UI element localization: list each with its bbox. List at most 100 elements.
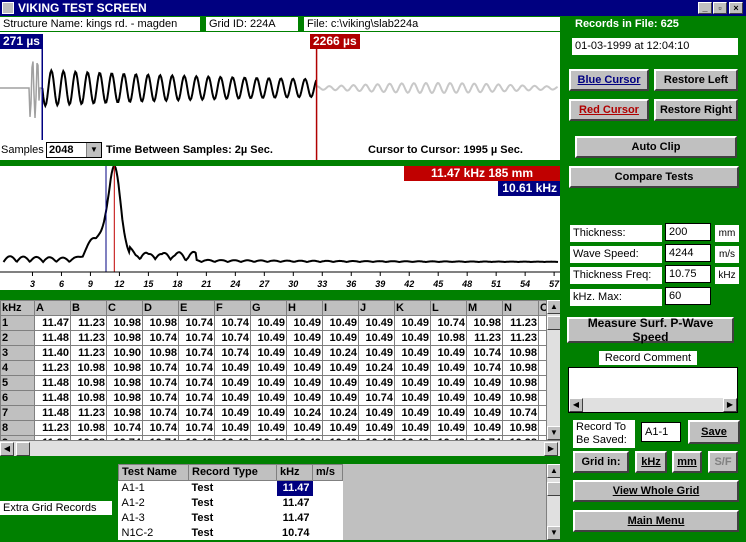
grid-cell[interactable]: 10.49 xyxy=(214,375,251,391)
records-cell[interactable]: 11.47 xyxy=(277,496,313,511)
grid-in-label-button[interactable]: Grid in: xyxy=(573,451,629,473)
scroll-thumb[interactable] xyxy=(547,316,560,330)
grid-cell[interactable]: 10.98 xyxy=(502,390,539,406)
grid-cell[interactable]: 10.49 xyxy=(430,420,467,436)
grid-cell[interactable]: 10.49 xyxy=(466,420,503,436)
grid-cell[interactable]: 10.49 xyxy=(358,420,395,436)
grid-row-header[interactable]: 1 xyxy=(0,315,35,331)
grid-cell[interactable]: 10.49 xyxy=(250,315,287,331)
compare-tests-button[interactable]: Compare Tests xyxy=(569,166,739,188)
restore-left-button[interactable]: Restore Left xyxy=(654,69,738,91)
grid-cell[interactable]: 10.24 xyxy=(358,360,395,376)
grid-cell[interactable]: 10.90 xyxy=(106,345,143,361)
records-cell[interactable]: 11.47 xyxy=(276,480,313,496)
grid-cell[interactable]: 10.49 xyxy=(394,330,431,346)
table-row[interactable]: 1 11.47 11.23 10.98 10.98 10.74 10.74 10.49 10.4… xyxy=(0,315,560,331)
grid-cell[interactable]: 10.98 xyxy=(502,420,539,436)
grid-cell[interactable]: 10.74 xyxy=(142,360,179,376)
grid-cell[interactable]: 10.74 xyxy=(178,405,215,421)
scroll-left-icon[interactable]: ◀ xyxy=(0,442,14,456)
thickness-input[interactable]: 200 xyxy=(665,223,711,241)
records-cell[interactable]: 11.47 xyxy=(277,511,313,526)
grid-vertical-scrollbar[interactable]: ▲ ▼ xyxy=(546,300,560,440)
spectrum-plot[interactable]: 3 6 9 12 15 18 21 24 27 30 33 36 39 42 45 48 51 54 57 xyxy=(0,166,560,290)
grid-cell[interactable]: 10.49 xyxy=(322,360,359,376)
grid-cell[interactable]: 10.74 xyxy=(178,345,215,361)
grid-cell[interactable]: 11.23 xyxy=(466,330,503,346)
grid-cell[interactable]: 11.23 xyxy=(70,345,107,361)
grid-cell[interactable]: 10.98 xyxy=(466,315,503,331)
grid-column-header[interactable]: D xyxy=(142,300,179,316)
grid-cell[interactable]: 10.98 xyxy=(106,405,143,421)
list-item[interactable]: A1-2 Test 11.47 xyxy=(119,496,343,511)
grid-table[interactable]: kHz A B C D E F G H I J K L M N O 1 11.47 11.23 10.98 10.98 1… xyxy=(0,300,560,440)
grid-cell[interactable]: 10.98 xyxy=(502,360,539,376)
records-cell[interactable] xyxy=(313,526,343,540)
grid-cell[interactable]: 10.74 xyxy=(178,375,215,391)
records-scroll-down-icon[interactable]: ▼ xyxy=(547,526,560,540)
grid-cell[interactable]: 10.49 xyxy=(250,390,287,406)
table-row[interactable]: 3 11.40 11.23 10.90 10.98 10.74 10.74 10.49 10.4… xyxy=(0,345,560,361)
records-cell[interactable]: A1-1 xyxy=(119,481,189,497)
grid-cell[interactable]: 10.74 xyxy=(142,420,179,436)
records-table[interactable]: Test Name Record Type kHz m/s A1-1 Test 11.47 A… xyxy=(118,464,343,540)
grid-cell[interactable]: 10.74 xyxy=(142,405,179,421)
grid-cell[interactable]: 10.49 xyxy=(394,405,431,421)
grid-column-header[interactable]: M xyxy=(466,300,503,316)
grid-cell[interactable]: 10.49 xyxy=(286,390,323,406)
grid-row-header[interactable]: 6 xyxy=(0,390,35,406)
grid-cell[interactable]: 10.74 xyxy=(214,330,251,346)
khz-max-input[interactable]: 60 xyxy=(665,287,711,305)
grid-cell[interactable]: 10.49 xyxy=(214,405,251,421)
red-cursor-button[interactable]: Red Cursor xyxy=(569,99,649,121)
grid-row-header[interactable]: 7 xyxy=(0,405,35,421)
grid-cell[interactable]: 10.74 xyxy=(214,315,251,331)
grid-cell[interactable]: 10.98 xyxy=(430,330,467,346)
grid-cell[interactable]: 11.48 xyxy=(34,375,71,391)
grid-cell[interactable]: 11.23 xyxy=(70,315,107,331)
grid-column-header[interactable]: L xyxy=(430,300,467,316)
waveform-panel[interactable]: 271 µs 2266 µs Samples 2048 ▼ Time Betwe… xyxy=(0,32,560,160)
grid-sf-button[interactable]: S/F xyxy=(708,451,738,473)
grid-cell[interactable]: 10.49 xyxy=(322,330,359,346)
grid-cell[interactable]: 10.98 xyxy=(70,375,107,391)
grid-column-header[interactable]: J xyxy=(358,300,395,316)
grid-cell[interactable]: 10.74 xyxy=(178,420,215,436)
wave-speed-input[interactable]: 4244 xyxy=(665,244,711,262)
grid-cell[interactable]: 10.98 xyxy=(142,315,179,331)
minimize-button[interactable]: _ xyxy=(698,2,712,14)
record-comment-textarea[interactable]: ◀ ▶ xyxy=(568,367,738,413)
grid-cell[interactable]: 10.74 xyxy=(178,330,215,346)
grid-column-header[interactable]: A xyxy=(34,300,71,316)
records-cell[interactable] xyxy=(313,511,343,526)
grid-cell[interactable]: 10.49 xyxy=(322,390,359,406)
grid-cell[interactable]: 10.98 xyxy=(70,390,107,406)
records-scroll-up-icon[interactable]: ▲ xyxy=(547,464,560,478)
table-row[interactable]: 5 11.48 10.98 10.98 10.74 10.74 10.49 10.49 10.4… xyxy=(0,375,560,391)
grid-column-header[interactable]: N xyxy=(502,300,539,316)
restore-right-button[interactable]: Restore Right xyxy=(654,99,738,121)
grid-cell[interactable]: 10.49 xyxy=(286,360,323,376)
grid-cell[interactable]: 11.23 xyxy=(502,315,539,331)
grid-cell[interactable]: 10.74 xyxy=(142,330,179,346)
records-table-container[interactable]: Test Name Record Type kHz m/s A1-1 Test 11.47 A… xyxy=(118,464,560,540)
grid-cell[interactable]: 10.74 xyxy=(106,420,143,436)
grid-cell[interactable]: 10.24 xyxy=(322,345,359,361)
grid-cell[interactable]: 10.49 xyxy=(358,330,395,346)
scroll-down-icon[interactable]: ▼ xyxy=(547,426,560,440)
thickness-freq-input[interactable]: 10.75 xyxy=(665,265,711,283)
grid-column-header[interactable]: C xyxy=(106,300,143,316)
grid-cell[interactable]: 10.74 xyxy=(142,375,179,391)
grid-column-header[interactable]: B xyxy=(70,300,107,316)
grid-cell[interactable]: 11.23 xyxy=(502,330,539,346)
grid-column-header[interactable]: K xyxy=(394,300,431,316)
close-button[interactable]: × xyxy=(729,2,743,14)
grid-cell[interactable]: 10.49 xyxy=(214,360,251,376)
grid-cell[interactable]: 11.23 xyxy=(70,405,107,421)
grid-cell[interactable]: 10.24 xyxy=(286,405,323,421)
grid-cell[interactable]: 10.98 xyxy=(106,330,143,346)
grid-cell[interactable]: 10.49 xyxy=(250,330,287,346)
records-scroll-thumb[interactable] xyxy=(547,482,560,496)
grid-cell[interactable]: 10.49 xyxy=(430,375,467,391)
grid-table-container[interactable]: kHz A B C D E F G H I J K L M N O 1 11.47 11.23 10.98 10.98 1… xyxy=(0,300,560,440)
